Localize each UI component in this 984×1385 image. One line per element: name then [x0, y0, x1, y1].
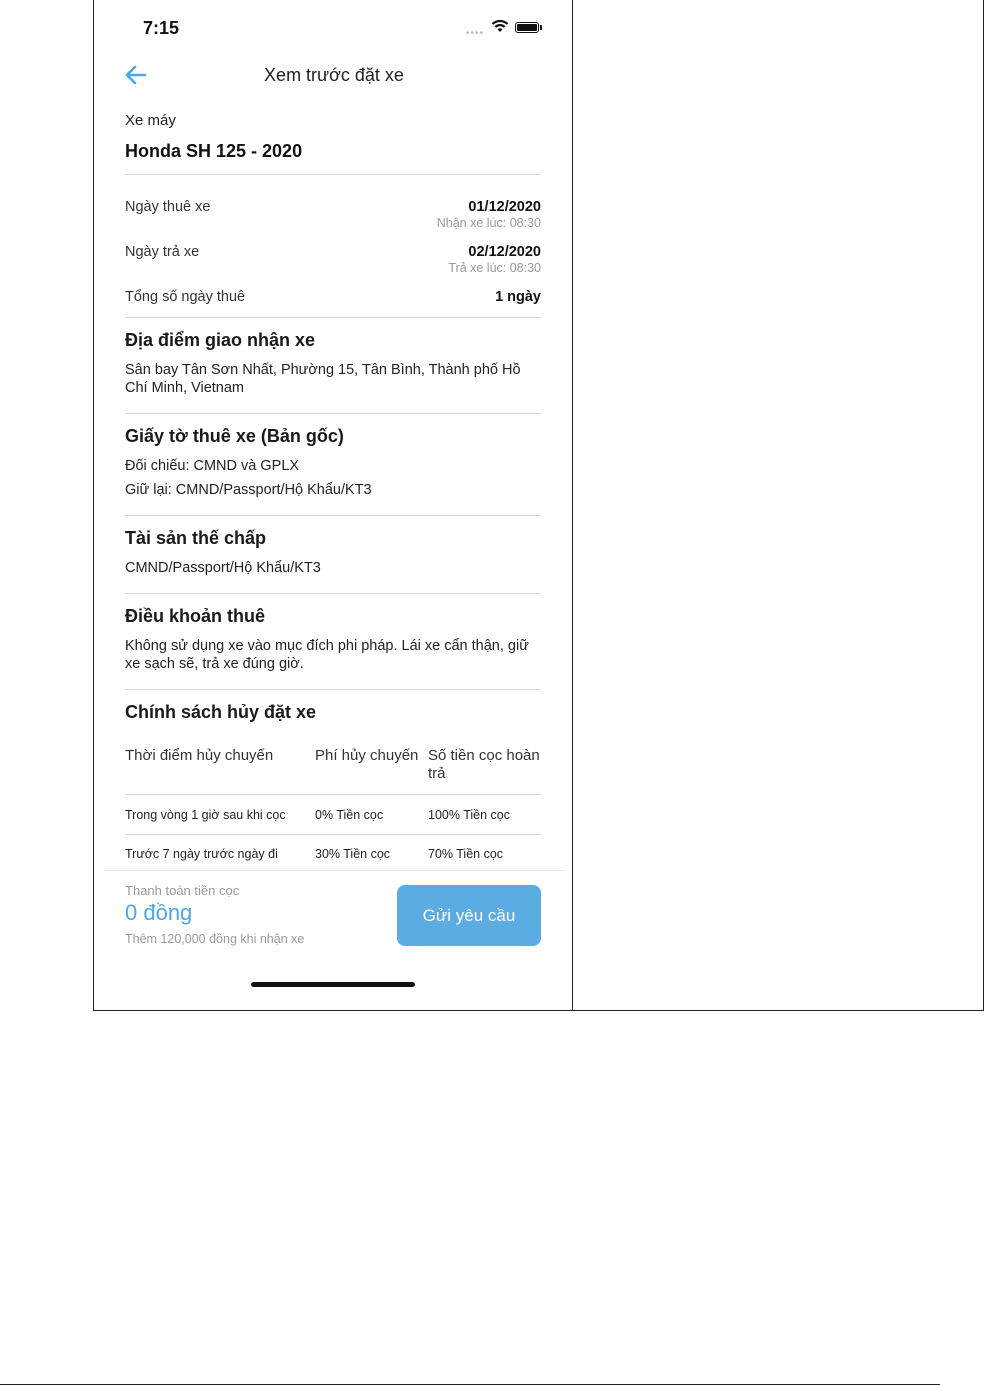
extra-payment-note: Thêm 120,000 đồng khi nhận xe [125, 932, 305, 946]
divider [125, 834, 541, 835]
location-text: Sân bay Tân Sơn Nhất, Phường 15, Tân Bìn… [125, 362, 521, 396]
phone-screen: 7:15 •••• Xem trước đặt xe Xe máy Honda … [105, 0, 563, 1000]
location-heading: Địa điểm giao nhận xe [125, 330, 316, 350]
rental-date-row: Ngày thuê xe 01/12/2020 Nhận xe lúc: 08:… [125, 199, 541, 230]
return-date-row: Ngày trả xe 02/12/2020 Trả xe lúc: 08:30 [125, 244, 541, 275]
documents-heading: Giấy tờ thuê xe (Bản gốc) [125, 426, 344, 446]
status-bar: 7:15 •••• [105, 0, 563, 56]
table-cell: 70% Tiền cọc [428, 847, 504, 861]
cancellation-policy-table: Thời điểm hủy chuyến Phí hủy chuyến Số t… [125, 747, 541, 861]
collateral-heading: Tài sản thế chấp [125, 528, 267, 548]
deposit-amount: 0 đồng [125, 900, 193, 925]
divider [125, 515, 541, 516]
table-row: Trong vòng 1 giờ sau khi cọc 0% Tiền cọc… [125, 808, 541, 822]
policy-heading: Chính sách hủy đặt xe [125, 702, 317, 722]
divider [125, 689, 541, 690]
collateral-text: CMND/Passport/Hộ Khẩu/KT3 [125, 560, 321, 576]
rental-date-value: 01/12/2020 [468, 199, 541, 215]
submit-request-button[interactable]: Gửi yêu cầu [397, 885, 541, 946]
pickup-time: Nhận xe lúc: 08:30 [436, 216, 541, 230]
column-header: Thời điểm hủy chuyến [125, 747, 274, 764]
signal-icon: •••• [466, 28, 485, 39]
battery-icon [515, 22, 539, 33]
right-frame [573, 0, 984, 1011]
divider [125, 174, 541, 175]
vehicle-name: Honda SH 125 - 2020 [125, 141, 303, 161]
wifi-icon [491, 19, 509, 32]
return-date-value: 02/12/2020 [468, 244, 541, 260]
divider [125, 593, 541, 594]
rental-date-label: Ngày thuê xe [125, 199, 211, 215]
table-header: Thời điểm hủy chuyến Phí hủy chuyến Số t… [125, 747, 541, 783]
column-header: Số tiền cọc hoàn trả [428, 747, 540, 782]
documents-keep: Giữ lại: CMND/Passport/Hộ Khẩu/KT3 [125, 482, 372, 498]
total-days-value: 1 ngày [495, 289, 541, 305]
status-time: 7:15 [143, 18, 180, 38]
table-row: Trước 7 ngày trước ngày đi 30% Tiền cọc … [125, 847, 541, 861]
home-indicator [251, 982, 415, 987]
deposit-label: Thanh toán tiền cọc [125, 883, 240, 898]
return-date-label: Ngày trả xe [125, 244, 200, 260]
divider [125, 794, 541, 795]
column-header: Phí hủy chuyến [315, 747, 419, 764]
table-cell: Trước 7 ngày trước ngày đi [125, 847, 278, 861]
table-cell: 100% Tiền cọc [428, 808, 510, 822]
terms-text: Không sử dụng xe vào mục đích phi pháp. … [125, 638, 529, 672]
booking-preview-content: Xe máy Honda SH 125 - 2020 Ngày thuê xe … [125, 100, 541, 870]
table-cell: Trong vòng 1 giờ sau khi cọc [125, 808, 286, 822]
table-cell: 30% Tiền cọc [315, 847, 391, 861]
total-days-label: Tổng số ngày thuê [125, 289, 246, 305]
page-title: Xem trước đặt xe [264, 65, 404, 85]
table-cell: 0% Tiền cọc [315, 808, 384, 822]
divider [125, 317, 541, 318]
total-days-row: Tổng số ngày thuê 1 ngày [125, 289, 541, 305]
vehicle-type-label: Xe máy [125, 112, 176, 129]
divider [125, 413, 541, 414]
nav-bar: Xem trước đặt xe [105, 56, 563, 96]
battery-tip [540, 25, 542, 30]
payment-bar: Thanh toán tiền cọc 0 đồng Thêm 120,000 … [105, 870, 563, 1000]
documents-check: Đối chiếu: CMND và GPLX [125, 458, 300, 474]
return-time: Trả xe lúc: 08:30 [448, 261, 541, 275]
terms-heading: Điều khoản thuê [125, 606, 266, 626]
